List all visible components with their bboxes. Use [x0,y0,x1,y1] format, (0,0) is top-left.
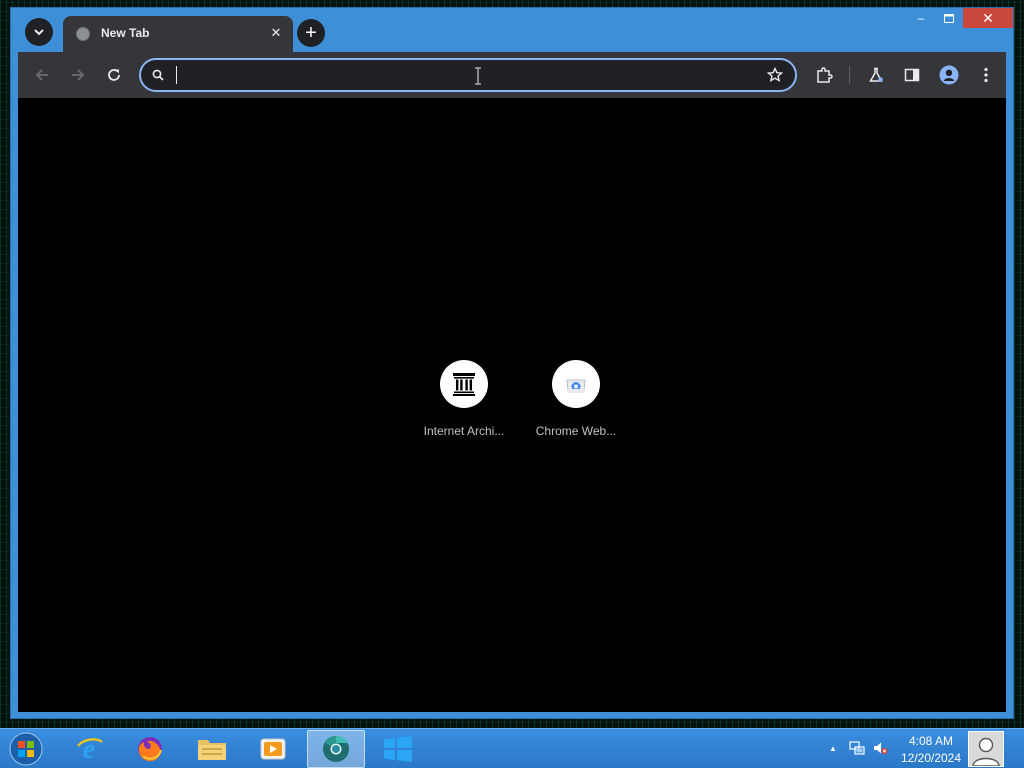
address-input[interactable] [175,63,735,87]
chrome-web-store-icon [566,379,586,393]
labs-button[interactable] [864,63,888,87]
reload-button[interactable] [102,63,126,87]
extensions-button[interactable] [812,63,836,87]
kebab-menu-icon [984,67,988,83]
start-button[interactable] [6,730,46,768]
star-icon [767,67,783,83]
address-bar[interactable] [139,58,797,92]
globe-icon [76,27,90,41]
close-window-button[interactable]: ✕ [963,8,1013,28]
search-icon [150,67,166,83]
toolbar-divider [849,66,850,84]
show-hidden-icons-button[interactable]: ▲ [825,740,841,756]
arrow-left-icon [35,69,48,81]
clock-time: 4:08 AM [908,734,954,748]
taskbar-internet-explorer[interactable]: e [60,730,118,768]
media-player-icon [260,738,286,760]
tab-new-tab[interactable]: New Tab ✕ [63,16,293,52]
reload-icon [108,69,120,81]
volume-tray-button[interactable] [872,740,888,756]
title-bar: New Tab ✕ + – ✕ [11,8,1013,52]
profile-button[interactable] [937,63,961,87]
triangle-up-icon: ▲ [829,743,837,753]
flask-icon [869,67,883,82]
file-explorer-icon [198,740,226,760]
chrome-browser-icon [323,735,349,762]
system-clock[interactable]: 4:08 AM 12/20/2024 [893,733,969,767]
avatar-icon [939,65,959,85]
internet-explorer-icon: e [77,734,103,764]
tab-search-button[interactable] [25,18,53,46]
taskbar-firefox[interactable] [121,730,179,768]
minimize-button[interactable]: – [907,8,935,28]
forward-button[interactable] [66,63,90,87]
shortcut-internet-archive[interactable]: Internet Archi... [412,360,516,438]
browser-toolbar [18,52,1006,98]
tab-title: New Tab [101,26,150,40]
shortcut-chrome-web-store[interactable]: Chrome Web... [524,360,628,438]
side-panel-icon [904,68,920,82]
shortcut-tile [552,360,600,408]
tab-close-button[interactable]: ✕ [267,24,285,42]
shortcut-tile [440,360,488,408]
taskbar-media-player[interactable] [244,730,302,768]
window-controls: – ✕ [907,8,1013,30]
ibeam-cursor-icon [475,67,481,85]
taskbar-file-explorer[interactable] [183,730,241,768]
back-button[interactable] [30,63,54,87]
maximize-icon [944,13,954,23]
new-tab-page: Internet Archi... Chrome Web... [18,98,1006,712]
browser-window: New Tab ✕ + – ✕ Internet Archi... Chrome… [10,7,1014,719]
network-tray-button[interactable] [849,740,865,756]
firefox-icon [138,737,162,762]
shortcut-label: Internet Archi... [423,424,505,438]
shortcut-label: Chrome Web... [535,424,617,438]
maximize-button[interactable] [935,8,963,28]
text-caret [176,66,177,84]
arrow-right-icon [72,69,85,81]
chevron-down-icon [34,29,44,36]
new-tab-button[interactable]: + [297,19,325,47]
side-panel-button[interactable] [900,63,924,87]
network-icon [849,741,865,755]
user-tile-icon [972,737,1000,766]
taskbar-chrome[interactable] [307,730,365,768]
taskbar: e ▲ 4:08 AM 12/20/2024 [0,728,1024,768]
archive-building-icon [453,373,475,396]
windows-orb-icon [9,732,43,766]
bookmark-star-button[interactable] [765,65,785,85]
windows-logo-icon [384,736,412,762]
taskbar-windows[interactable] [369,730,427,768]
user-tile[interactable] [968,731,1004,767]
clock-date: 12/20/2024 [900,751,962,765]
browser-menu-button[interactable] [974,63,998,87]
puzzle-icon [817,67,833,83]
volume-muted-icon [874,742,888,754]
